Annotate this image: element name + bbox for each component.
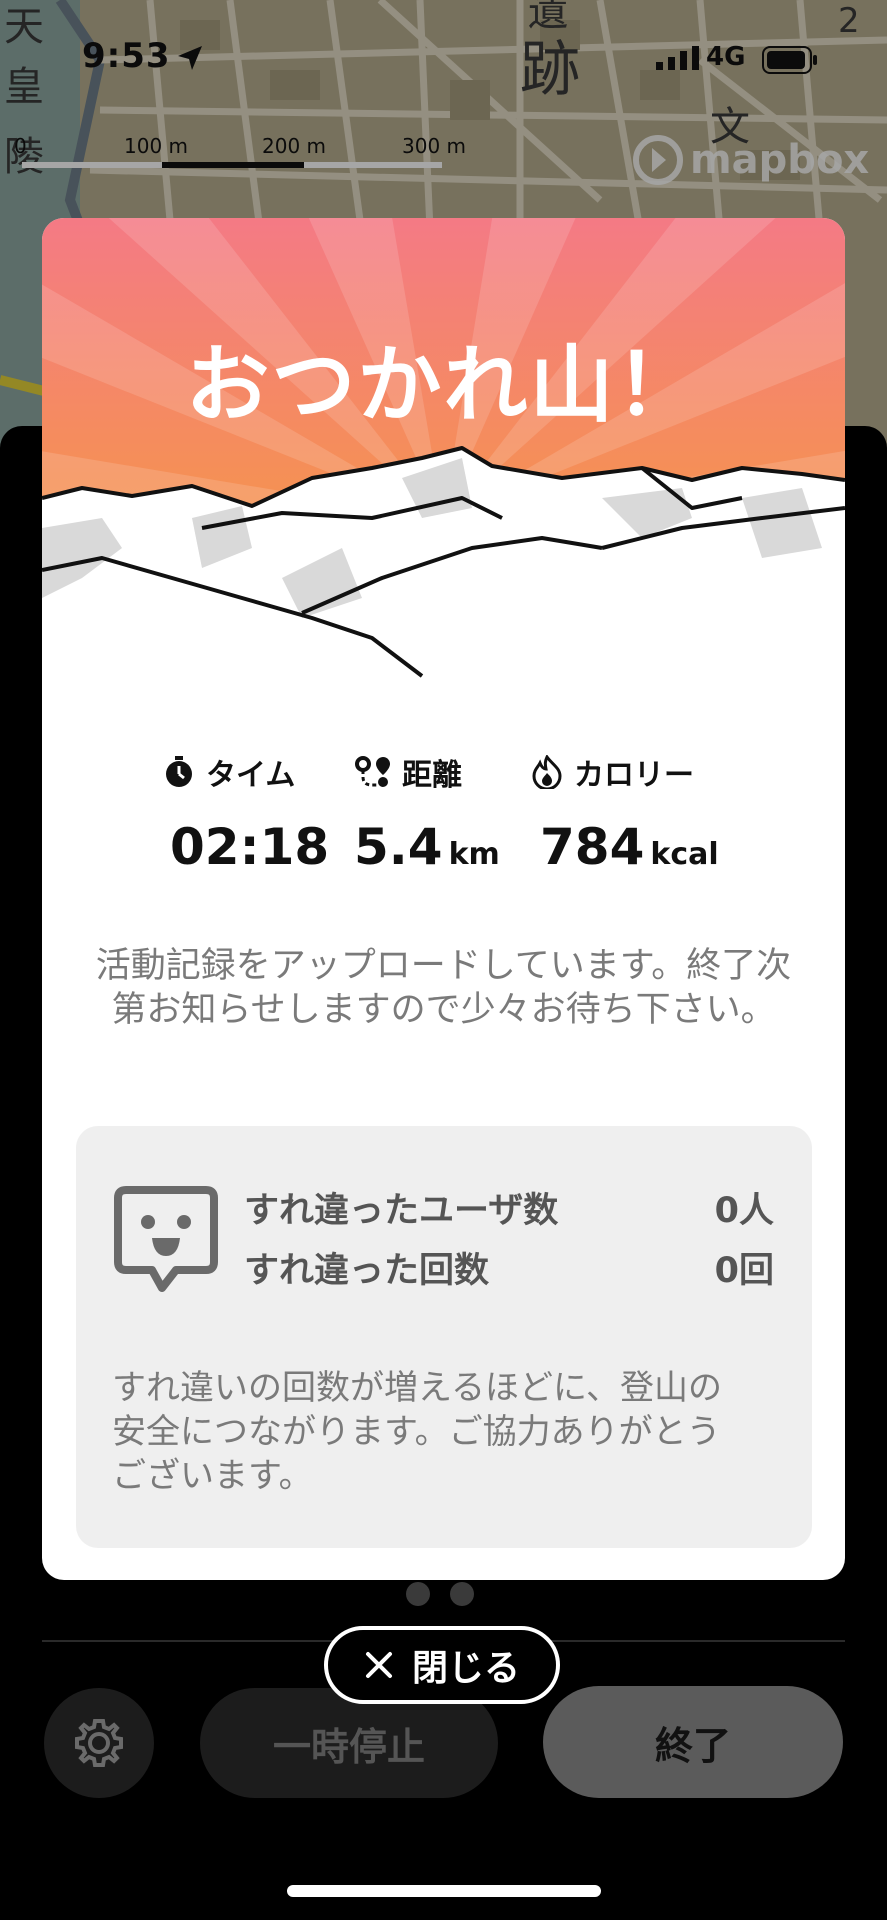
home-indicator[interactable] xyxy=(287,1885,601,1897)
page-dot[interactable] xyxy=(450,1582,474,1606)
end-button[interactable]: 終了 xyxy=(543,1686,843,1798)
stat-distance-value: 5.4 km xyxy=(354,818,500,876)
pause-button[interactable]: 一時停止 xyxy=(200,1688,498,1798)
passed-users-label: すれ違ったユーザ数 xyxy=(244,1191,559,1231)
page-dot[interactable] xyxy=(406,1582,430,1606)
stat-distance-label: 距離 xyxy=(354,750,462,794)
passed-users-value: 0人 xyxy=(714,1191,774,1231)
stat-calorie-value: 784 kcal xyxy=(540,818,719,876)
gear-icon xyxy=(75,1719,123,1767)
stat-time-value: 02:18 xyxy=(170,818,330,876)
page-indicator xyxy=(406,1582,474,1606)
passing-info-box: すれ違ったユーザ数 0人 すれ違った回数 0回 すれ違いの回数が増えるほどに、登… xyxy=(76,1126,812,1548)
passed-count-row: すれ違った回数 0回 xyxy=(244,1242,774,1293)
flame-icon xyxy=(532,755,562,789)
stat-time-label: タイム xyxy=(162,750,295,794)
close-label: 閉じる xyxy=(411,1648,520,1689)
close-button[interactable]: 閉じる xyxy=(324,1626,560,1704)
upload-status-message: 活動記録をアップロードしています。終了次第お知らせしますので少々お待ち下さい。 xyxy=(95,946,792,1030)
passing-face-icon xyxy=(114,1186,218,1292)
mountain-hero-illustration xyxy=(42,218,845,678)
stat-calorie-label: カロリー xyxy=(530,750,694,794)
passing-note: すれ違いの回数が増えるほどに、登山の安全につながります。ご協力ありがとうございま… xyxy=(112,1368,722,1496)
card-title: おつかれ山！ xyxy=(185,336,702,434)
stat-distance-unit: km xyxy=(448,837,500,872)
stopwatch-icon xyxy=(166,756,192,787)
completion-card: おつかれ山！ タイム 距離 カロリー 02:18 5.4km 784kcal xyxy=(42,218,845,1580)
stat-calorie-unit: kcal xyxy=(650,837,719,872)
close-icon xyxy=(365,1652,392,1678)
passed-count-label: すれ違った回数 xyxy=(244,1251,490,1291)
passed-count-value: 0回 xyxy=(714,1251,774,1291)
route-pin-icon xyxy=(355,756,390,787)
settings-button[interactable] xyxy=(44,1688,154,1798)
passed-users-row: すれ違ったユーザ数 0人 xyxy=(244,1182,774,1233)
